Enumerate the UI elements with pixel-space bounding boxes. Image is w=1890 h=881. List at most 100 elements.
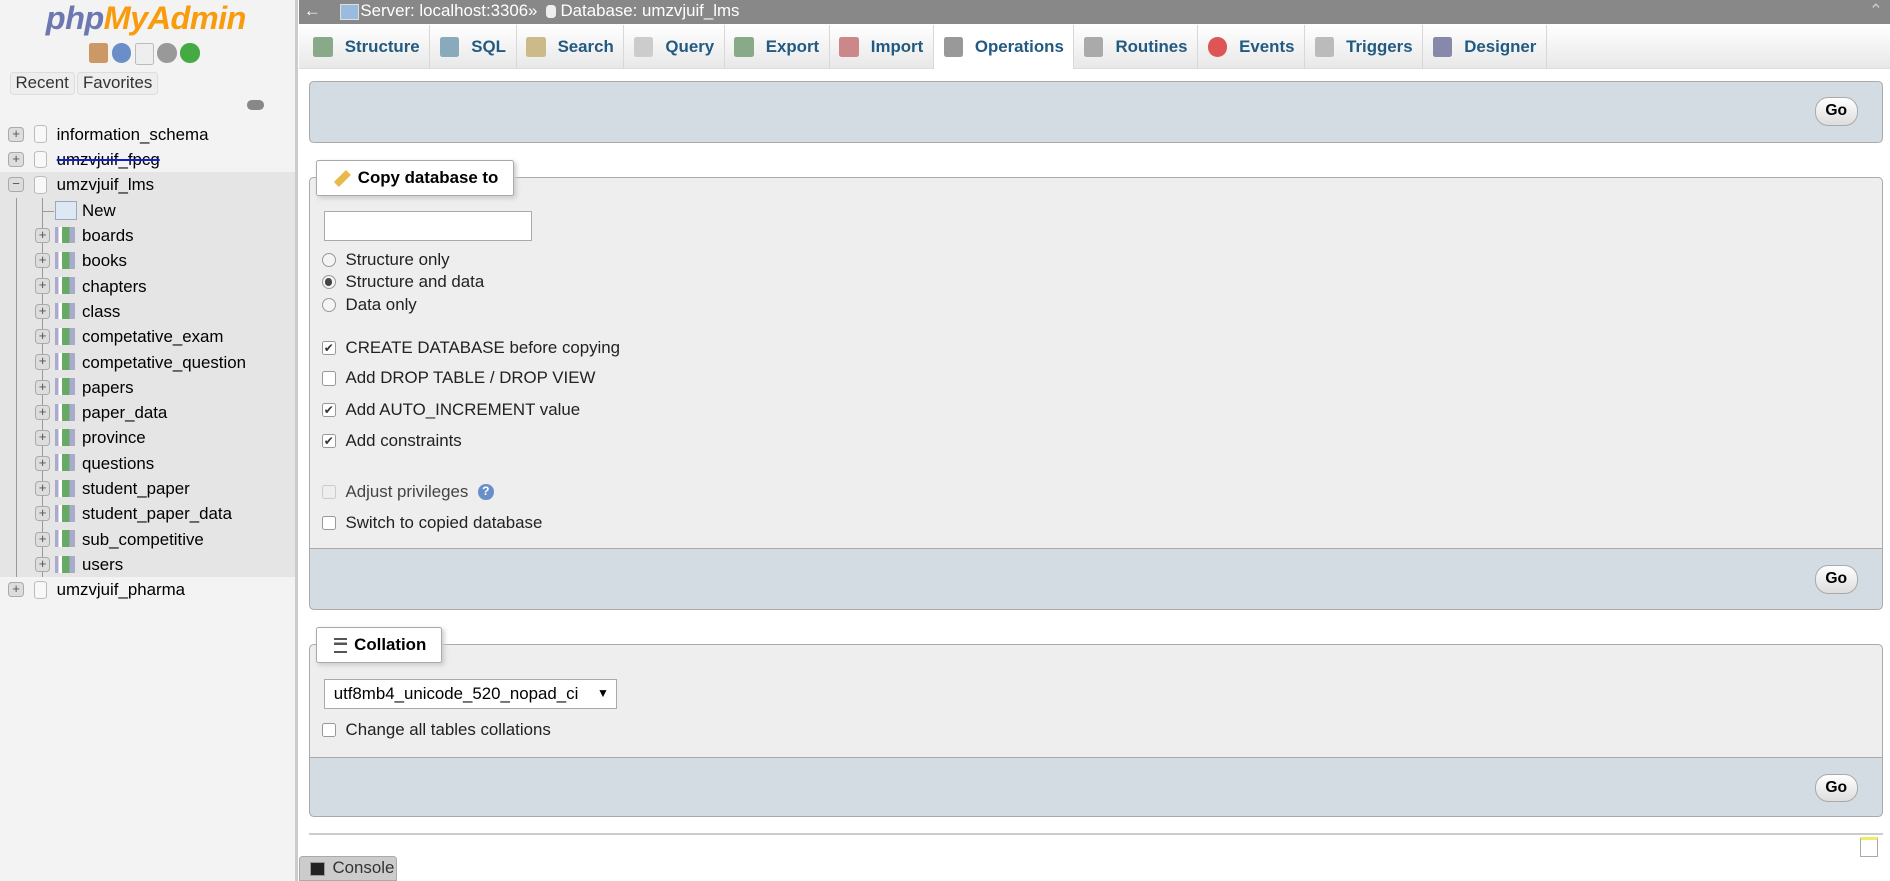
- reload-icon[interactable]: [180, 43, 200, 63]
- database-name[interactable]: information_schema: [57, 122, 209, 147]
- tree-table[interactable]: + questions: [0, 450, 296, 477]
- expand-icon[interactable]: +: [34, 227, 51, 244]
- tree-table[interactable]: + papers: [0, 374, 296, 401]
- tree-table[interactable]: + chapters: [0, 273, 296, 299]
- help-icon[interactable]: [112, 43, 132, 63]
- tree-table[interactable]: + province: [0, 425, 296, 451]
- back-button[interactable]: ←: [304, 0, 321, 23]
- copy-go-button[interactable]: Go: [1814, 565, 1858, 594]
- expand-icon[interactable]: +: [8, 151, 24, 168]
- favorites-button[interactable]: Favorites: [77, 72, 159, 95]
- expand-icon[interactable]: +: [34, 278, 51, 294]
- tab-import[interactable]: Import: [830, 25, 934, 69]
- table-name[interactable]: papers: [82, 375, 134, 400]
- tab-search[interactable]: Search: [517, 25, 625, 69]
- copy-option[interactable]: ✔ CREATE DATABASE before copying: [321, 338, 620, 360]
- copy-option[interactable]: ✔ Add AUTO_INCREMENT value: [321, 399, 580, 421]
- option-checkbox[interactable]: [321, 371, 336, 386]
- breadcrumb-server[interactable]: Server: localhost:3306: [360, 0, 528, 23]
- tab-triggers[interactable]: Triggers: [1305, 25, 1424, 69]
- tree-database-umzvjuif_pharma[interactable]: + umzvjuif_pharma: [0, 577, 295, 602]
- table-name[interactable]: chapters: [82, 274, 147, 299]
- copy-option[interactable]: Add DROP TABLE / DROP VIEW: [321, 368, 595, 390]
- breadcrumb-database[interactable]: Database: umzvjuif_lms: [561, 0, 740, 23]
- tree-table[interactable]: + class: [0, 298, 296, 325]
- table-name[interactable]: class: [82, 299, 120, 324]
- table-name[interactable]: competative_question: [82, 350, 246, 375]
- tab-operations[interactable]: Operations: [933, 25, 1075, 69]
- tab-routines[interactable]: Routines: [1074, 25, 1199, 69]
- tree-table[interactable]: + sub_competitive: [0, 526, 296, 553]
- database-name[interactable]: umzvjuif_pharma: [57, 577, 185, 602]
- expand-icon[interactable]: +: [34, 404, 51, 421]
- table-name[interactable]: student_paper: [82, 476, 190, 501]
- link-icon[interactable]: [247, 100, 264, 110]
- console-tab[interactable]: Console: [298, 855, 397, 881]
- table-name[interactable]: province: [82, 425, 146, 450]
- expand-icon[interactable]: +: [34, 455, 51, 471]
- table-name[interactable]: sub_competitive: [82, 527, 204, 552]
- change-all-collations-option[interactable]: Change all tables collations: [321, 720, 551, 742]
- table-name[interactable]: books: [82, 248, 127, 273]
- tree-table[interactable]: + paper_data: [0, 400, 296, 426]
- database-name[interactable]: umzvjuif_lms: [57, 172, 154, 197]
- docs-icon[interactable]: [134, 43, 154, 65]
- help-icon[interactable]: ?: [477, 483, 494, 500]
- copy-option[interactable]: Adjust privileges?: [321, 481, 494, 503]
- option-checkbox[interactable]: ✔: [321, 402, 336, 417]
- expand-icon[interactable]: +: [34, 379, 51, 395]
- table-name[interactable]: paper_data: [82, 400, 167, 425]
- collapse-icon[interactable]: −: [8, 177, 24, 193]
- expand-icon[interactable]: +: [34, 354, 51, 370]
- tab-events[interactable]: Events: [1198, 25, 1306, 69]
- home-icon[interactable]: [89, 43, 109, 63]
- recent-button[interactable]: Recent: [9, 72, 75, 95]
- expand-icon[interactable]: +: [34, 531, 51, 547]
- database-name[interactable]: umzvjuif_fpcg: [57, 147, 160, 172]
- go-button[interactable]: Go: [1814, 97, 1858, 126]
- tree-new-table[interactable]: New: [0, 197, 296, 223]
- table-name[interactable]: student_paper_data: [82, 501, 232, 526]
- collation-select[interactable]: utf8mb4_unicode_520_nopad_ci ▼: [324, 678, 618, 709]
- tree-database-umzvjuif_fpcg[interactable]: + umzvjuif_fpcg: [0, 147, 295, 172]
- tree-database-umzvjuif_lms[interactable]: − umzvjuif_lms: [0, 172, 296, 198]
- tab-query[interactable]: Query: [624, 25, 725, 69]
- expand-icon[interactable]: +: [8, 126, 24, 142]
- table-name[interactable]: questions: [82, 451, 154, 476]
- tree-table[interactable]: + books: [0, 248, 296, 274]
- tab-export[interactable]: Export: [725, 25, 830, 69]
- tree-database-information_schema[interactable]: + information_schema: [0, 122, 295, 147]
- copy-mode-radio[interactable]: [321, 297, 336, 312]
- tree-table[interactable]: + boards: [0, 222, 296, 249]
- phpmyadmin-logo[interactable]: phpMyAdmin: [46, 0, 247, 37]
- expand-icon[interactable]: +: [34, 303, 51, 319]
- tree-table[interactable]: + competative_exam: [0, 324, 296, 350]
- notes-icon[interactable]: [1859, 836, 1878, 858]
- change-all-collations-checkbox[interactable]: [321, 723, 336, 738]
- expand-icon[interactable]: +: [34, 480, 51, 497]
- copy-mode-option[interactable]: Data only: [321, 294, 417, 316]
- expand-icon[interactable]: +: [8, 582, 24, 598]
- copy-database-name-input[interactable]: [324, 210, 532, 242]
- expand-icon[interactable]: +: [34, 430, 51, 446]
- copy-option[interactable]: Switch to copied database: [321, 512, 542, 534]
- expand-icon[interactable]: +: [34, 556, 51, 573]
- tree-table[interactable]: + student_paper_data: [0, 501, 296, 527]
- expand-icon[interactable]: +: [34, 506, 51, 522]
- option-checkbox[interactable]: ✔: [321, 434, 336, 449]
- table-name[interactable]: competative_exam: [82, 324, 224, 349]
- tree-table[interactable]: + users: [0, 552, 296, 578]
- table-name[interactable]: New: [82, 198, 116, 223]
- copy-mode-radio[interactable]: [321, 275, 336, 290]
- copy-option[interactable]: ✔ Add constraints: [321, 430, 462, 452]
- table-name[interactable]: boards: [82, 223, 134, 248]
- table-name[interactable]: users: [82, 552, 123, 577]
- tab-structure[interactable]: Structure: [304, 25, 431, 69]
- collation-go-button[interactable]: Go: [1814, 773, 1858, 803]
- settings-icon[interactable]: [157, 43, 177, 63]
- tab-sql[interactable]: SQL: [430, 25, 517, 69]
- copy-mode-option[interactable]: Structure and data: [321, 271, 484, 293]
- tree-table[interactable]: + competative_question: [0, 349, 296, 375]
- option-checkbox[interactable]: ✔: [321, 341, 336, 356]
- option-checkbox[interactable]: [321, 516, 336, 531]
